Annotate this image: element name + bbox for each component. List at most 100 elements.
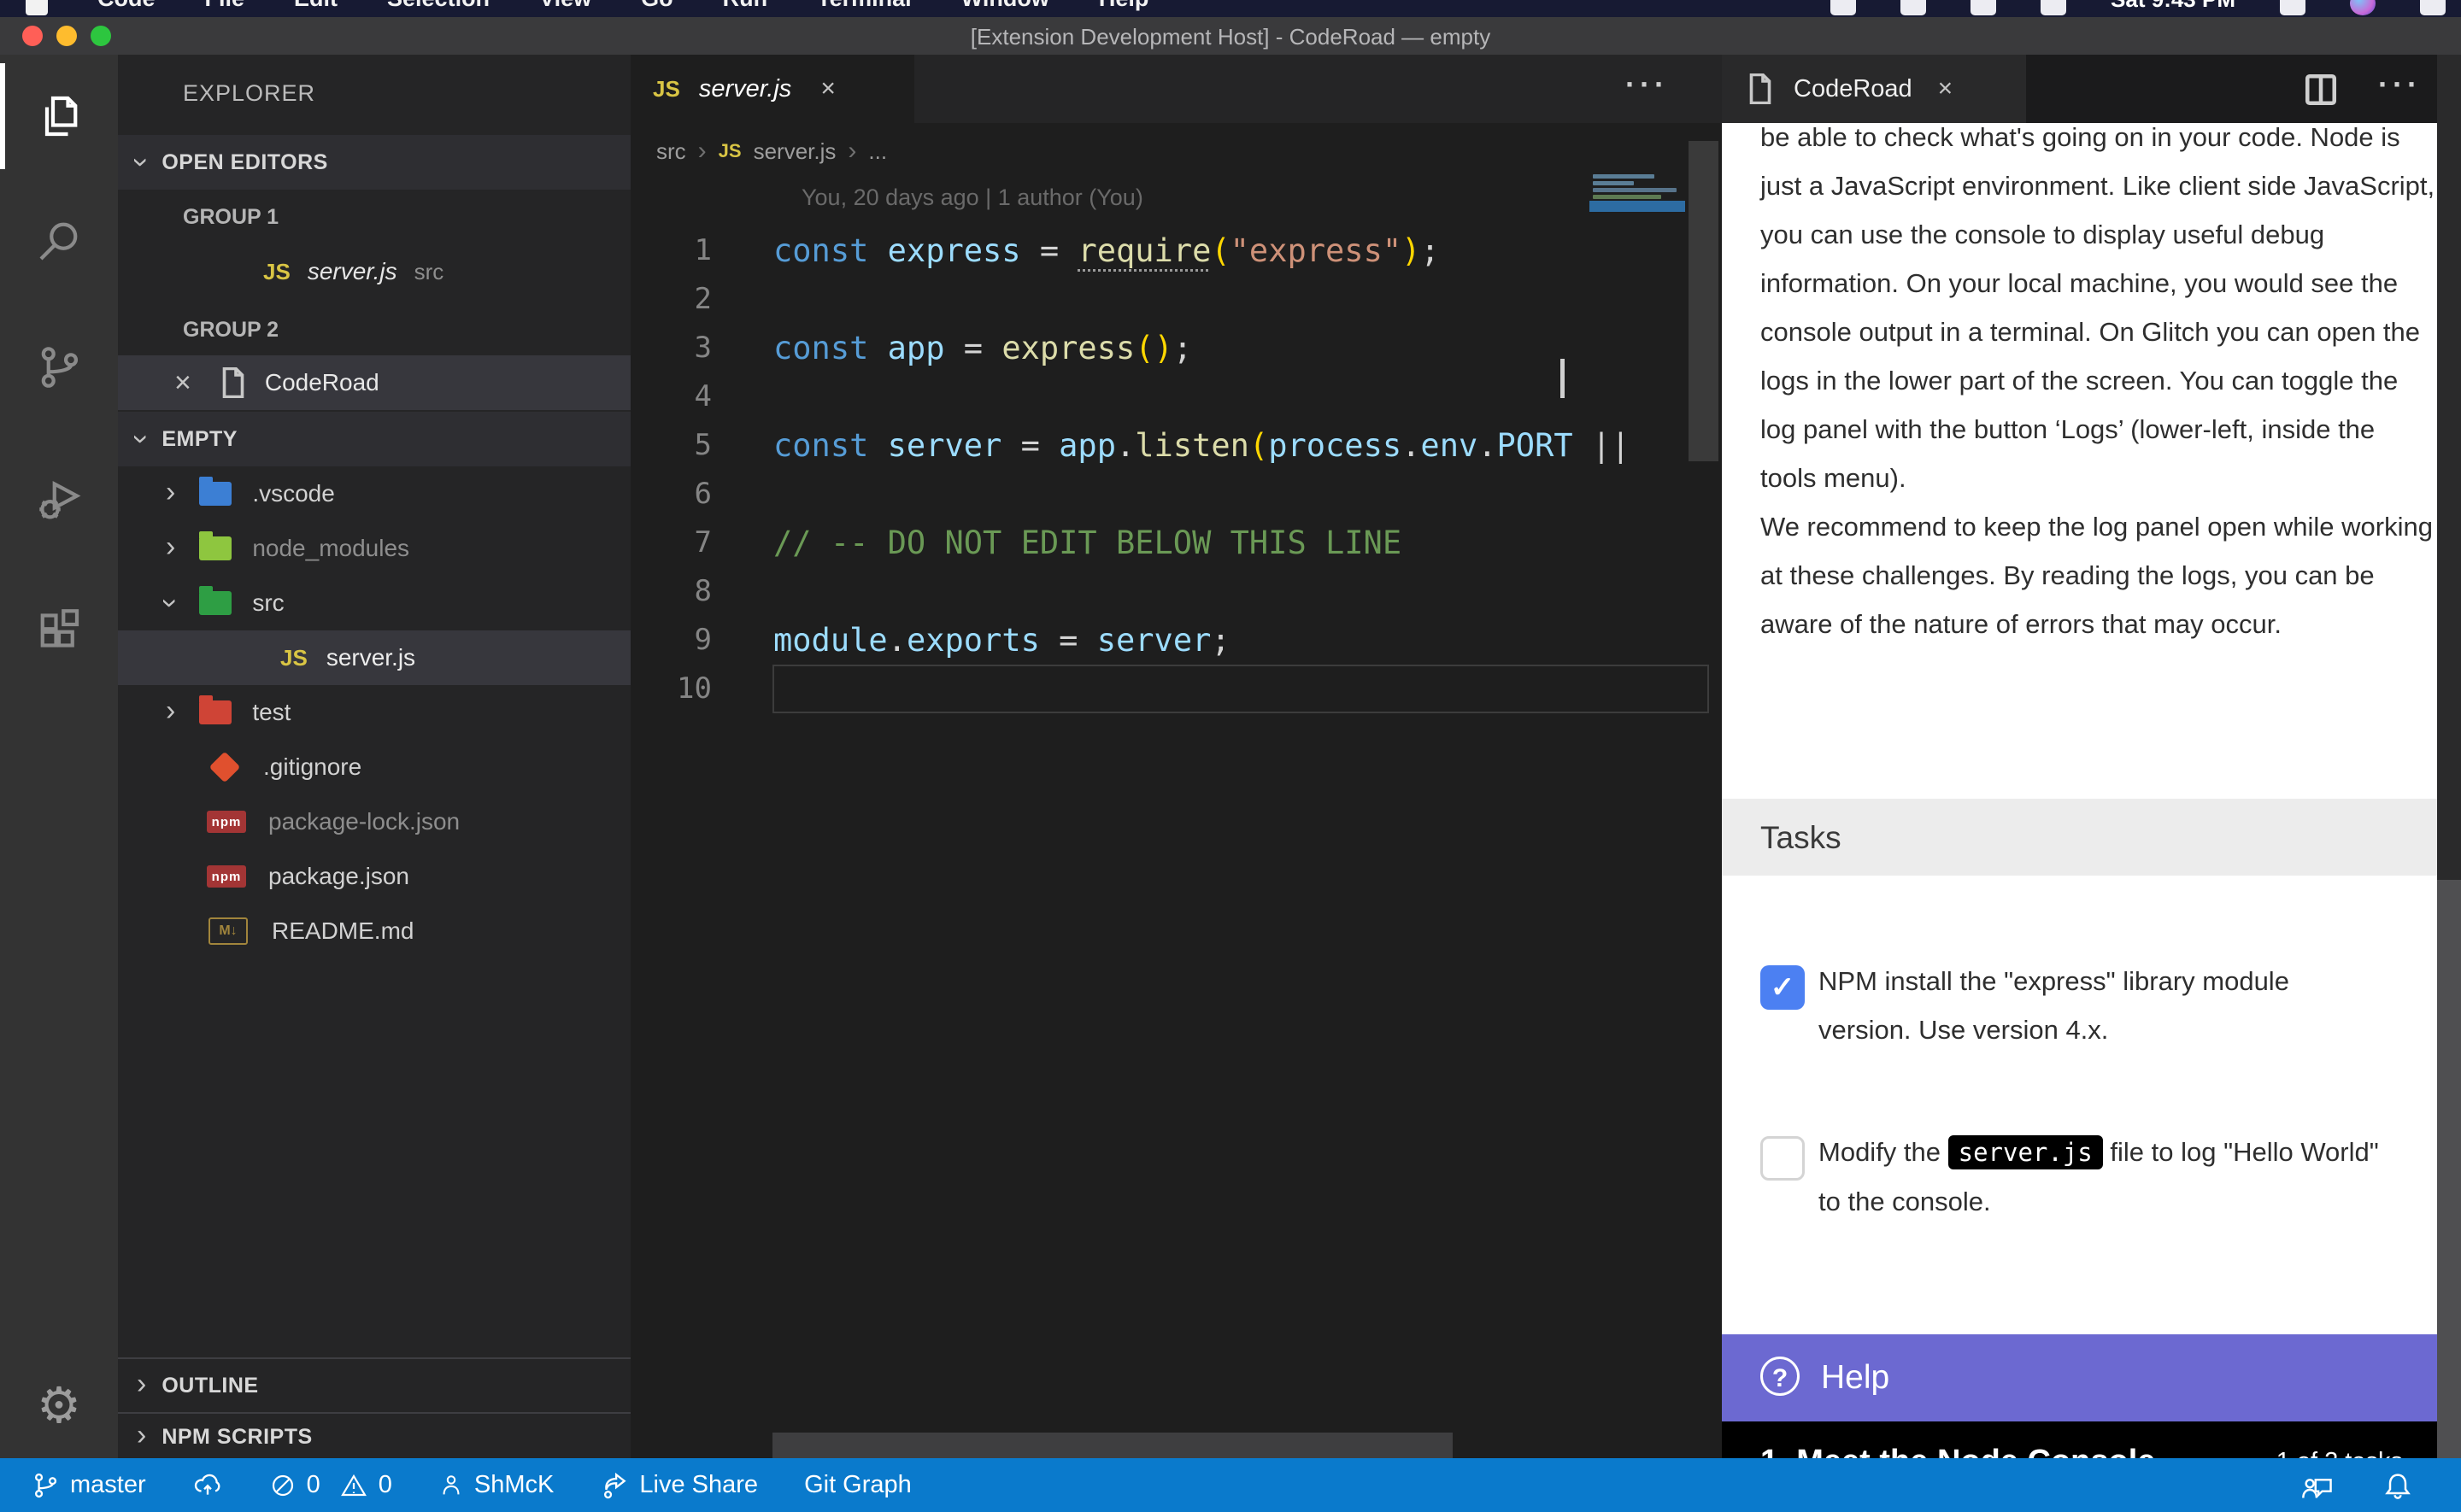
siri-icon[interactable] [2350,0,2376,15]
run-debug-icon[interactable] [0,437,118,560]
test-folder-icon [199,700,232,724]
menu-terminal[interactable]: Terminal [817,0,912,15]
line-number: 8 [631,567,712,616]
breadcrumb[interactable]: src › JS server.js › ... [656,130,887,173]
code-line[interactable]: 5const server = app.listen(process.env.P… [631,421,1722,470]
tree-item-package-json[interactable]: npm package.json [118,849,631,904]
open-editor-name: server.js [308,258,397,285]
horizontal-scrollbar-thumb[interactable] [772,1433,1453,1458]
menu-file[interactable]: File [205,0,245,15]
code-line[interactable]: 6 [631,470,1722,519]
menu-run[interactable]: Run [723,0,767,15]
menu-edit[interactable]: Edit [294,0,338,15]
code-line[interactable]: 10 [631,665,1722,713]
menu-view[interactable]: View [539,0,591,15]
sync-status[interactable] [192,1471,223,1500]
scrollbar-thumb[interactable] [2437,880,2461,1458]
code-line[interactable]: 2 [631,275,1722,324]
problems-status[interactable]: 0 0 [269,1471,392,1499]
split-editor-icon[interactable] [2303,72,2339,112]
explorer-icon[interactable] [0,55,118,178]
open-editor-serverjs[interactable]: JS server.js src [118,244,631,299]
menubar-status-icon[interactable] [1830,0,1856,15]
menu-window[interactable]: Window [961,0,1049,15]
git-graph-status[interactable]: Git Graph [804,1471,912,1499]
feedback-status[interactable] [2300,1469,2335,1502]
tab-serverjs[interactable]: JS server.js × [631,55,914,123]
tree-item-readme[interactable]: M↓ README.md [118,904,631,958]
tree-item-src[interactable]: › src [118,576,631,630]
menu-help[interactable]: Help [1099,0,1149,15]
breadcrumb-file[interactable]: server.js [754,138,837,165]
close-icon[interactable]: × [174,368,191,397]
code-token: const [773,232,888,269]
close-tab-icon[interactable]: × [1938,74,1953,103]
sidebar-title: EXPLORER [183,80,315,107]
spotlight-icon[interactable] [2280,0,2305,15]
tree-item-vscode[interactable]: › .vscode [118,466,631,521]
menubar-status-icon[interactable] [1900,0,1926,15]
tree-item-label: .vscode [252,480,335,507]
checkbox-unchecked[interactable] [1760,1136,1805,1181]
vertical-scrollbar[interactable] [1685,55,1722,1458]
menu-code[interactable]: Code [97,0,156,15]
code-line[interactable]: 7// -- DO NOT EDIT BELOW THIS LINE [631,519,1722,567]
notifications-status[interactable] [2382,1470,2413,1501]
npm-scripts-section-header[interactable]: › NPM SCRIPTS [118,1412,631,1458]
scrollbar-track [2437,123,2461,880]
code-line[interactable]: 1const express = require("express"); [631,226,1722,275]
menubar-status-icon[interactable] [2041,0,2066,15]
settings-gear-icon[interactable]: ⚙ [0,1376,118,1436]
scrollbar-thumb[interactable] [1689,141,1718,461]
notification-center-icon[interactable] [2420,0,2446,15]
open-editors-label: OPEN EDITORS [162,150,327,175]
outline-label: OUTLINE [162,1374,258,1398]
tasks-header-label: Tasks [1760,799,1841,877]
breadcrumb-symbol[interactable]: ... [868,138,887,165]
code-token: env [1420,427,1477,464]
source-control-icon[interactable] [0,306,118,429]
open-editors-header[interactable]: › OPEN EDITORS [118,135,631,190]
code-line[interactable]: 3const app = express(); [631,324,1722,372]
code-line[interactable]: 8 [631,567,1722,616]
lesson-footer[interactable]: 1. Meet the Node Console 1 of 2 tasks [1722,1421,2437,1458]
editor-actions-icon[interactable]: ··· [1625,67,1669,103]
live-share-user-status[interactable]: ShMcK [438,1471,554,1500]
tasks-section-header: Tasks [1722,799,2437,876]
folder-section-header[interactable]: › EMPTY [118,412,631,466]
menubar-status-icon[interactable] [1971,0,1996,15]
tree-item-serverjs[interactable]: JS server.js [118,630,631,685]
tree-item-test[interactable]: › test [118,685,631,740]
share-arrow-icon [600,1471,629,1500]
tree-item-package-lock[interactable]: npm package-lock.json [118,794,631,849]
minimap-line [1593,174,1654,179]
breadcrumb-src[interactable]: src [656,138,686,165]
git-branch-status[interactable]: master [31,1471,146,1500]
file-icon [1747,73,1773,104]
menu-go[interactable]: Go [641,0,673,15]
help-button[interactable]: ? Help [1722,1334,2437,1421]
tree-item-gitignore[interactable]: .gitignore [118,740,631,794]
editor-actions-icon[interactable]: ··· [2378,67,2422,103]
menu-selection[interactable]: Selection [387,0,490,15]
tab-coderoad[interactable]: CodeRoad × [1722,55,2026,123]
menubar-clock[interactable]: Sat 9:43 PM [2111,0,2235,15]
checkbox-checked[interactable]: ✓ [1760,965,1805,1010]
code-token: ) [1154,330,1173,366]
webview-scrollbar[interactable] [2437,55,2461,1458]
close-tab-icon[interactable]: × [820,74,836,103]
code-line[interactable]: 4 [631,372,1722,421]
outline-section-header[interactable]: › OUTLINE [118,1357,631,1412]
apple-menu-icon[interactable] [26,0,48,15]
editor-group-2: CodeRoad × ··· be able to check what's g… [1722,55,2461,1458]
search-icon[interactable] [0,179,118,302]
extensions-icon[interactable] [0,569,118,692]
minimap[interactable] [1589,123,1685,601]
code-line[interactable]: 9module.exports = server; [631,616,1722,665]
open-editor-coderoad[interactable]: × CodeRoad [118,355,631,410]
js-file-icon: JS [719,140,742,162]
live-share-status[interactable]: Live Share [600,1471,758,1500]
tree-item-node-modules[interactable]: › node_modules [118,521,631,576]
chevron-down-icon: › [127,157,156,167]
code-token: = [964,330,1002,366]
